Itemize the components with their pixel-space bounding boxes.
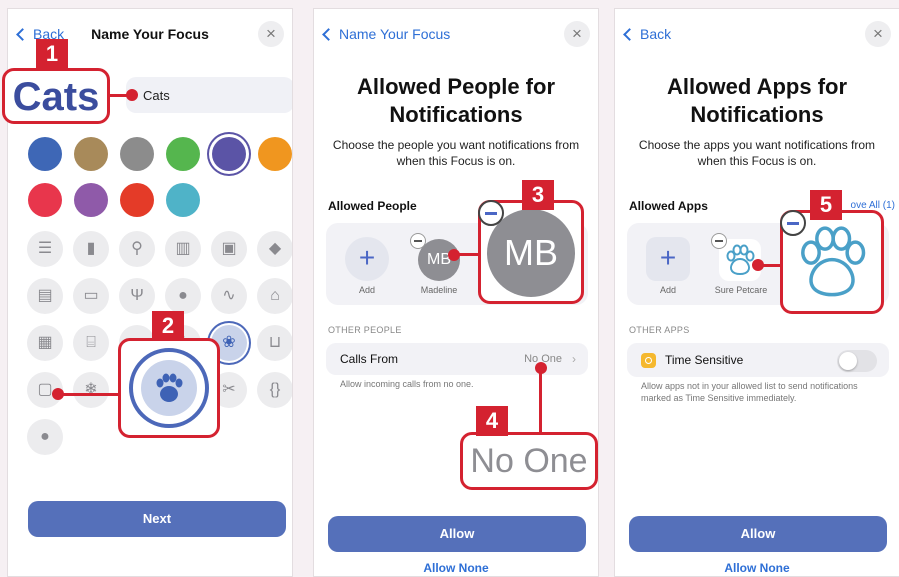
building-icon[interactable]: ▦ bbox=[27, 325, 63, 361]
document-icon[interactable]: ▤ bbox=[27, 278, 63, 314]
section-header: Allowed People bbox=[328, 199, 417, 213]
calls-from-label: Calls From bbox=[340, 352, 399, 366]
no-one-callout: No One bbox=[460, 432, 598, 490]
clock-icon bbox=[641, 353, 656, 368]
allow-button[interactable]: Allow bbox=[328, 516, 586, 552]
callout-dot bbox=[126, 89, 138, 101]
stethoscope-icon[interactable]: ∿ bbox=[211, 278, 247, 314]
braces-icon[interactable]: {} bbox=[257, 372, 292, 408]
color-swatch[interactable] bbox=[74, 137, 108, 171]
calls-from-row[interactable]: Calls From No One › bbox=[326, 343, 588, 375]
back-button[interactable]: Back bbox=[623, 26, 671, 42]
bookmark-icon[interactable]: ▮ bbox=[73, 231, 109, 267]
callout-dot bbox=[752, 259, 764, 271]
color-swatch[interactable] bbox=[212, 137, 246, 171]
paw-icon-callout bbox=[118, 338, 220, 438]
allow-none-button[interactable]: Allow None bbox=[615, 561, 899, 575]
color-swatch[interactable] bbox=[28, 183, 62, 217]
page-title: Allowed Apps for Notifications bbox=[666, 74, 848, 127]
time-sensitive-row: Time Sensitive bbox=[627, 343, 889, 377]
color-swatch[interactable] bbox=[120, 137, 154, 171]
fork-knife-icon[interactable]: Ψ bbox=[119, 278, 155, 314]
graduation-cap-icon[interactable]: ◆ bbox=[257, 231, 292, 267]
color-swatch[interactable] bbox=[166, 183, 200, 217]
next-button[interactable]: Next bbox=[28, 501, 286, 537]
remove-icon bbox=[478, 200, 504, 226]
avatar-callout: MB bbox=[478, 200, 584, 304]
house-icon[interactable]: ⌂ bbox=[257, 278, 292, 314]
chevron-left-icon bbox=[322, 27, 335, 41]
cart-icon[interactable]: ⊔ bbox=[257, 325, 292, 361]
remove-icon bbox=[780, 210, 806, 236]
time-sensitive-note: Allow apps not in your allowed list to s… bbox=[641, 381, 858, 403]
section-header: Allowed Apps bbox=[629, 199, 708, 213]
step-badge-4: 4 bbox=[476, 406, 508, 436]
paw-icon bbox=[156, 373, 183, 402]
add-app-button[interactable]: + bbox=[646, 237, 690, 281]
color-swatch[interactable] bbox=[258, 137, 292, 171]
step-badge-1: 1 bbox=[36, 39, 68, 69]
close-icon[interactable]: × bbox=[865, 21, 891, 47]
add-label: Add bbox=[358, 285, 375, 295]
allow-none-button[interactable]: Allow None bbox=[314, 561, 598, 575]
step-badge-3: 3 bbox=[522, 180, 554, 210]
page-description: Choose the people you want notifications… bbox=[332, 138, 580, 168]
color-swatch[interactable] bbox=[74, 183, 108, 217]
gift-icon[interactable]: ▣ bbox=[211, 231, 247, 267]
chevron-right-icon: › bbox=[572, 352, 576, 366]
close-icon[interactable]: × bbox=[258, 21, 284, 47]
calls-note: Allow incoming calls from no one. bbox=[340, 379, 474, 389]
step-badge-2: 2 bbox=[152, 311, 184, 341]
time-sensitive-toggle[interactable] bbox=[837, 350, 877, 372]
pills-icon[interactable]: ● bbox=[165, 278, 201, 314]
focus-name-callout: Cats bbox=[2, 68, 110, 124]
app-name: Sure Petcare bbox=[714, 285, 768, 295]
page-description: Choose the apps you want notifications f… bbox=[638, 138, 876, 168]
other-people-header: OTHER PEOPLE bbox=[328, 325, 402, 335]
allow-button[interactable]: Allow bbox=[629, 516, 887, 552]
add-label: Add bbox=[659, 285, 676, 295]
app-icon-callout bbox=[780, 210, 884, 314]
remove-person-icon[interactable] bbox=[410, 233, 426, 249]
snowflake-icon[interactable]: ❄ bbox=[73, 372, 109, 408]
remove-app-icon[interactable] bbox=[711, 233, 727, 249]
callout-dot bbox=[52, 388, 64, 400]
credit-card-icon[interactable]: ▭ bbox=[73, 278, 109, 314]
callout-line bbox=[539, 368, 542, 432]
back-button[interactable]: Name Your Focus bbox=[322, 26, 450, 42]
callout-line bbox=[58, 393, 120, 396]
lightbulb-icon[interactable]: ● bbox=[27, 419, 63, 455]
step-badge-5: 5 bbox=[810, 190, 842, 220]
chevron-left-icon bbox=[623, 27, 636, 41]
bank-icon[interactable]: ⌸ bbox=[73, 325, 109, 361]
other-apps-header: OTHER APPS bbox=[629, 325, 690, 335]
pin-icon[interactable]: ⚲ bbox=[119, 231, 155, 267]
close-icon[interactable]: × bbox=[564, 21, 590, 47]
color-swatch[interactable] bbox=[166, 137, 200, 171]
callout-dot bbox=[448, 249, 460, 261]
add-person-button[interactable]: + bbox=[345, 237, 389, 281]
books-icon[interactable]: ▥ bbox=[165, 231, 201, 267]
list-icon[interactable]: ☰ bbox=[27, 231, 63, 267]
callout-dot bbox=[535, 362, 547, 374]
color-swatch[interactable] bbox=[120, 183, 154, 217]
time-sensitive-label: Time Sensitive bbox=[665, 353, 744, 367]
page-title: Allowed People for Notifications bbox=[356, 74, 556, 127]
focus-name-input[interactable]: Cats bbox=[126, 77, 292, 113]
color-swatch[interactable] bbox=[28, 137, 62, 171]
person-name: Madeline bbox=[420, 285, 458, 295]
